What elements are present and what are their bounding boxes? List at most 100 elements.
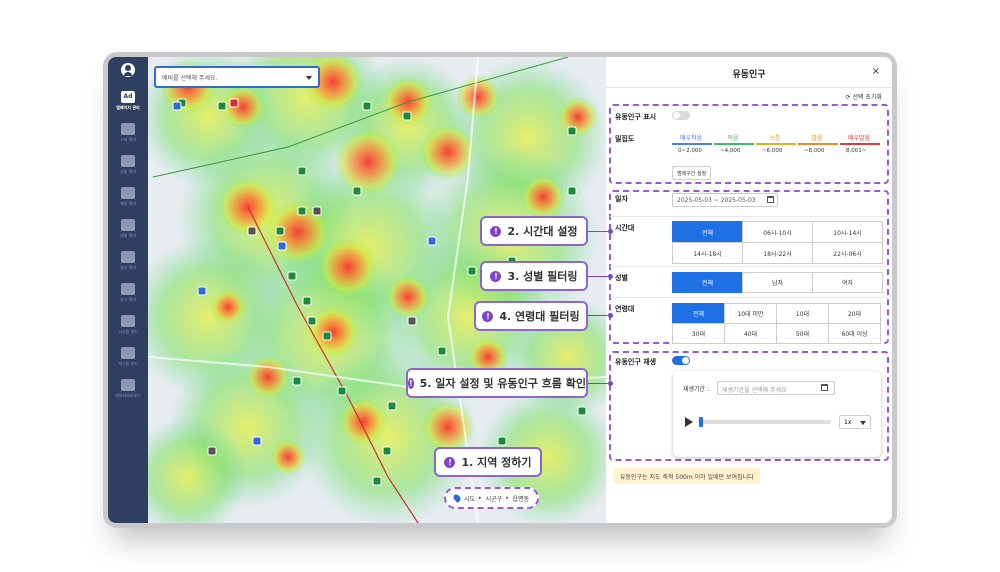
poi-marker-icon[interactable] — [352, 186, 362, 196]
sidebar-item-8[interactable]: 시스템 관리 — [108, 315, 148, 349]
chevron-down-icon — [306, 76, 312, 80]
poi-marker-icon[interactable] — [217, 101, 227, 111]
breadcrumb-sido[interactable]: 시도 — [464, 494, 475, 503]
age-option[interactable]: 전체 — [672, 303, 725, 324]
poi-marker-icon[interactable] — [577, 406, 587, 416]
poi-marker-icon[interactable] — [302, 296, 312, 306]
avatar[interactable] — [121, 63, 135, 77]
info-icon: ! — [444, 456, 456, 468]
poi-marker-icon[interactable] — [297, 166, 307, 176]
money-bag-icon — [121, 251, 135, 263]
poi-marker-icon[interactable] — [197, 286, 207, 296]
poi-marker-icon[interactable] — [207, 446, 217, 456]
callout-text: 3. 성별 필터링 — [507, 270, 578, 283]
poi-marker-icon[interactable] — [297, 206, 307, 216]
gender-label: 성별 — [615, 274, 628, 282]
poi-marker-icon[interactable] — [337, 386, 347, 396]
time-option[interactable]: 18시-22시 — [742, 242, 813, 264]
poi-marker-icon[interactable] — [382, 446, 392, 456]
density-color-bar — [714, 143, 754, 145]
density-level-range: ~8,000 — [804, 148, 825, 154]
poi-marker-icon[interactable] — [497, 436, 507, 446]
bell-icon — [121, 347, 135, 359]
sidebar-item-2[interactable]: 소재 관리 — [108, 123, 148, 157]
poi-marker-icon[interactable] — [567, 186, 577, 196]
poi-marker-icon[interactable] — [372, 476, 382, 486]
poi-marker-icon[interactable] — [275, 226, 285, 236]
poi-marker-icon[interactable] — [252, 436, 262, 446]
breadcrumb-sigungu[interactable]: 시군구 — [486, 494, 503, 503]
gender-option[interactable]: 전체 — [672, 272, 743, 293]
replay-progress-track[interactable] — [699, 420, 831, 424]
density-level-range: 0~2,000 — [678, 148, 702, 154]
poi-marker-icon[interactable] — [287, 271, 297, 281]
age-option[interactable]: 30대 — [672, 323, 725, 344]
region-breadcrumb[interactable]: 시도 ▸ 시군구 ▸ 읍면동 — [444, 487, 540, 509]
callout-connector — [588, 381, 613, 386]
sidebar-item-3[interactable]: 상품 관리 — [108, 155, 148, 189]
age-label: 연령대 — [615, 305, 635, 313]
age-option[interactable]: 60대 이상 — [828, 323, 881, 344]
density-level-name: 보통 — [769, 135, 781, 142]
date-range-input[interactable]: 2025-05-03 ~ 2025-05-03 — [672, 193, 778, 207]
breadcrumb-dong[interactable]: 읍면동 — [513, 494, 530, 503]
show-population-toggle[interactable] — [672, 111, 690, 120]
age-option[interactable]: 40대 — [724, 323, 777, 344]
replay-period-input[interactable]: 재생기간을 선택해 주세요 — [717, 381, 835, 395]
speed-select[interactable]: 1x — [839, 415, 871, 429]
replay-toggle[interactable] — [672, 356, 690, 365]
replay-progress-thumb[interactable] — [699, 417, 703, 427]
poi-marker-icon[interactable] — [362, 101, 372, 111]
replay-label: 유동인구 재생 — [615, 358, 657, 366]
poi-marker-icon[interactable] — [312, 206, 322, 216]
poi-marker-icon[interactable] — [307, 316, 317, 326]
time-option[interactable]: 14시-18시 — [672, 242, 743, 264]
chevron-down-icon — [860, 421, 866, 425]
poi-marker-icon[interactable] — [229, 98, 239, 108]
sidebar-item-9[interactable]: 게시물 관리 — [108, 347, 148, 381]
poi-marker-icon[interactable] — [247, 226, 257, 236]
sidebar-item-5[interactable]: 매체 관리 — [108, 219, 148, 253]
poi-marker-icon[interactable] — [172, 101, 182, 111]
gender-option[interactable]: 남자 — [742, 272, 813, 293]
sidebar-item-10[interactable]: 캐릭터아트보드 — [108, 379, 148, 413]
calendar-icon[interactable] — [767, 196, 774, 203]
close-icon[interactable]: × — [872, 66, 880, 77]
calendar-icon[interactable] — [821, 384, 828, 391]
age-option[interactable]: 50대 — [776, 323, 829, 344]
poi-marker-icon[interactable] — [427, 236, 437, 246]
region-select[interactable]: 예비를 선택해 주세요. — [154, 66, 320, 88]
ad-icon: Ad — [121, 91, 135, 103]
poi-marker-icon[interactable] — [567, 126, 577, 136]
sidebar-item-label: 계정 관리 — [120, 201, 136, 206]
time-option[interactable]: 22시-06시 — [812, 242, 883, 264]
sidebar-item-6[interactable]: 정산 관리 — [108, 251, 148, 285]
poi-marker-icon[interactable] — [407, 316, 417, 326]
poi-marker-icon[interactable] — [467, 266, 477, 276]
poi-marker-icon[interactable] — [277, 241, 287, 251]
time-option[interactable]: 전체 — [672, 221, 743, 243]
reset-selection-button[interactable]: ⟳ 선택 초기화 — [846, 92, 882, 101]
age-option[interactable]: 20대 — [828, 303, 881, 324]
time-option[interactable]: 06시-10시 — [742, 221, 813, 243]
callout-region-select: ! 1. 지역 정하기 — [434, 447, 542, 477]
poi-marker-icon[interactable] — [402, 111, 412, 121]
age-option[interactable]: 10대 — [776, 303, 829, 324]
range-setting-button[interactable]: 범례구간 설정 — [672, 166, 712, 180]
sidebar-item-4[interactable]: 계정 관리 — [108, 187, 148, 221]
poi-marker-icon[interactable] — [387, 401, 397, 411]
gender-option[interactable]: 여자 — [812, 272, 883, 293]
play-icon[interactable] — [685, 417, 693, 427]
replay-card: 재생기간 : 재생기간을 선택해 주세요 1x — [673, 371, 881, 457]
sidebar-item-1[interactable]: Ad 맵페이지 관리 — [108, 91, 148, 125]
sidebar-item-7[interactable]: 광고 관리 — [108, 283, 148, 317]
time-option[interactable]: 10시-14시 — [812, 221, 883, 243]
age-option[interactable]: 10대 미만 — [724, 303, 777, 324]
heat-blob — [521, 175, 565, 219]
poi-marker-icon[interactable] — [322, 331, 332, 341]
heat-blob — [307, 306, 359, 358]
density-level-name: 매우적음 — [679, 135, 703, 142]
poi-marker-icon[interactable] — [437, 346, 447, 356]
building-icon — [121, 123, 135, 135]
poi-marker-icon[interactable] — [292, 376, 302, 386]
